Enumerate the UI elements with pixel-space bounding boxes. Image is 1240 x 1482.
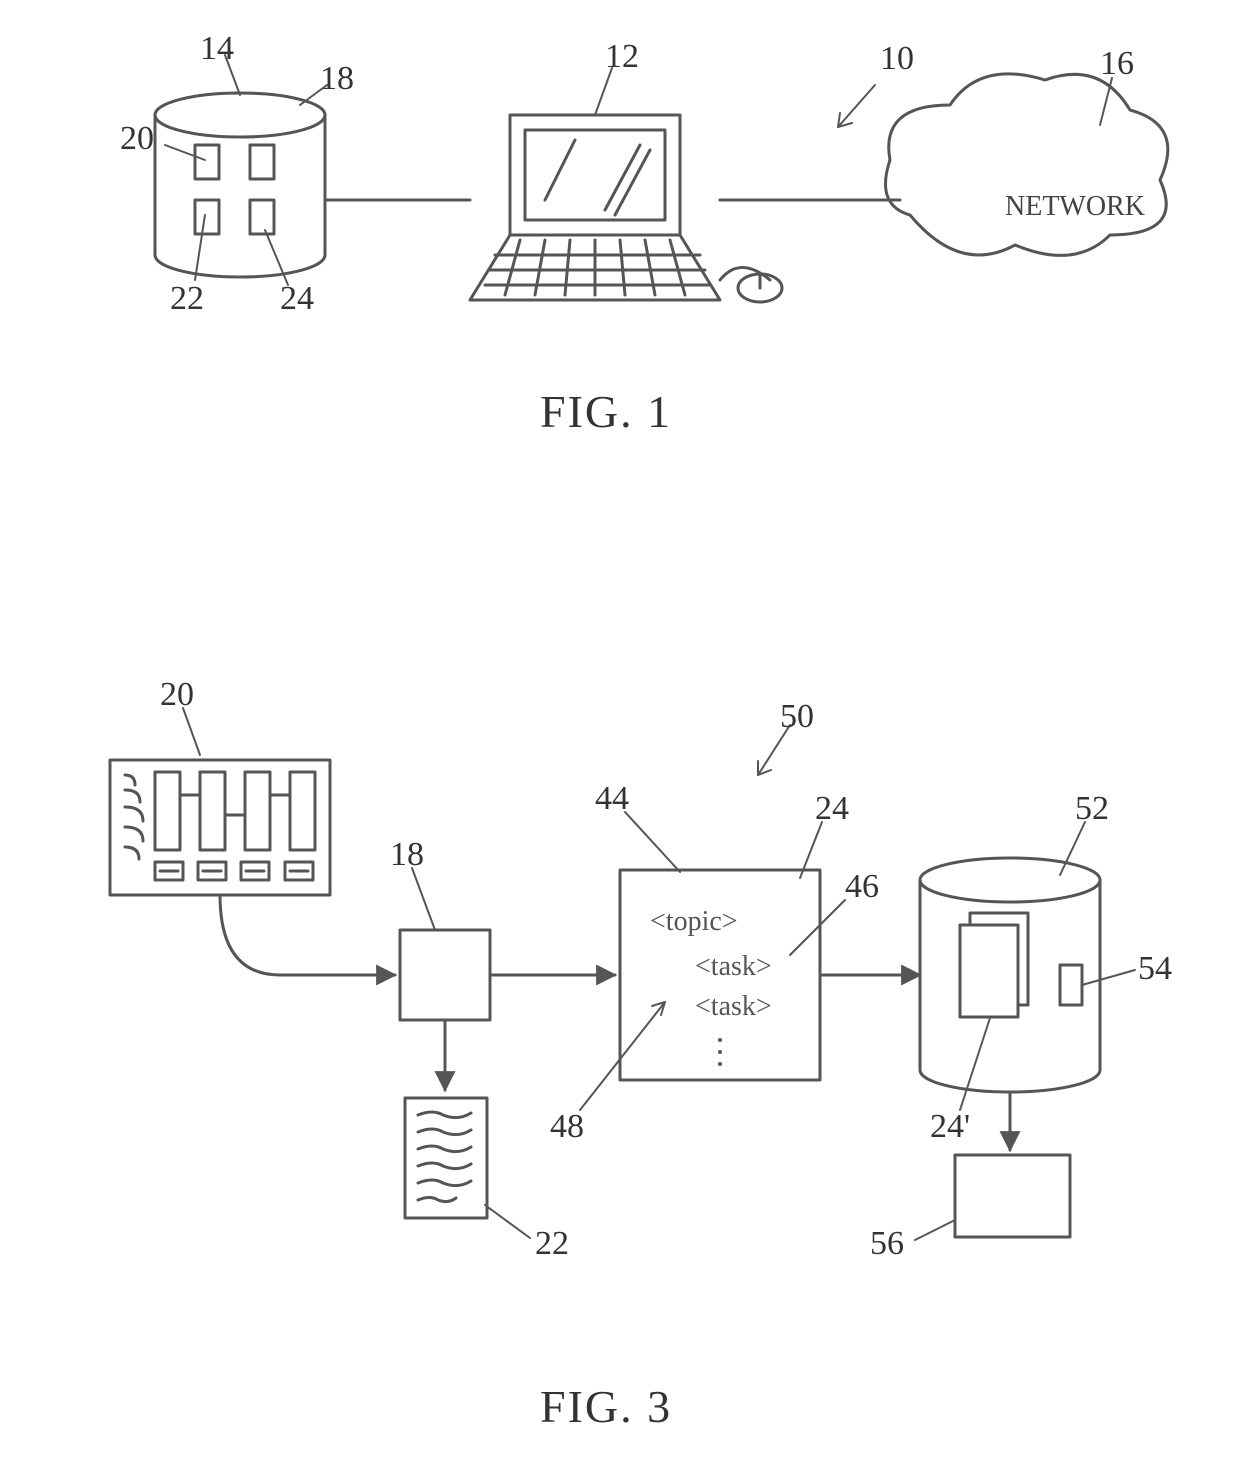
- ref3-24: 24: [815, 790, 849, 828]
- patent-figure-page: NETWORK 14 18 20 22 24 12 10 16 FIG. 1: [0, 0, 1240, 1482]
- task-tag-2: <task>: [695, 991, 772, 1022]
- fig3-caption: FIG. 3: [540, 1380, 672, 1433]
- laptop-icon: [470, 115, 782, 302]
- ref-16: 16: [1100, 45, 1134, 83]
- storage-cylinder-icon: [920, 858, 1100, 1092]
- ref-14: 14: [200, 30, 234, 68]
- ref-20: 20: [120, 120, 154, 158]
- ref-18: 18: [320, 60, 354, 98]
- ref-24: 24: [280, 280, 314, 318]
- database-icon: [155, 93, 325, 277]
- ref3-18: 18: [390, 836, 424, 874]
- ref-22: 22: [170, 280, 204, 318]
- ref3-24p: 24': [930, 1108, 970, 1146]
- ref3-52: 52: [1075, 790, 1109, 828]
- ref3-48: 48: [550, 1108, 584, 1146]
- ref3-20: 20: [160, 676, 194, 714]
- box-56: [955, 1155, 1070, 1237]
- topic-tag: <topic>: [650, 906, 738, 937]
- box-18: [400, 930, 490, 1020]
- ref-10: 10: [880, 40, 914, 78]
- ref3-54: 54: [1138, 950, 1172, 988]
- task-tag-1: <task>: [695, 951, 772, 982]
- ref-12: 12: [605, 38, 639, 76]
- ref3-46: 46: [845, 868, 879, 906]
- document-icon: [405, 1098, 487, 1218]
- ref3-22: 22: [535, 1225, 569, 1263]
- ref3-50: 50: [780, 698, 814, 736]
- equipment-panel-icon: [110, 760, 330, 895]
- network-cloud-icon: [886, 74, 1168, 256]
- ref3-56: 56: [870, 1225, 904, 1263]
- fig3-svg: <topic> <task> <task>: [0, 600, 1240, 1400]
- fig1-caption: FIG. 1: [540, 385, 672, 438]
- network-label: NETWORK: [1005, 191, 1145, 222]
- ref3-44: 44: [595, 780, 629, 818]
